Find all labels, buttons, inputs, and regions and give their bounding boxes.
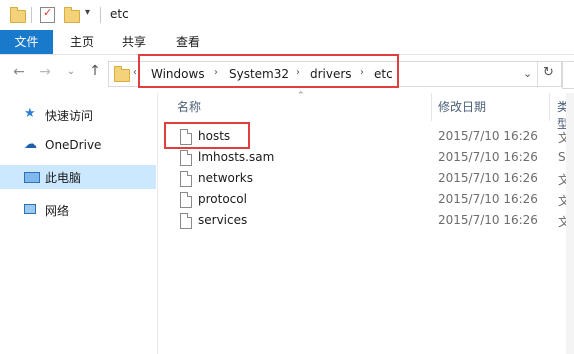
nav-label: OneDrive — [45, 138, 102, 152]
file-icon — [180, 192, 192, 208]
file-name: protocol — [198, 192, 247, 206]
breadcrumb-overflow-icon[interactable]: ‹ — [133, 67, 137, 78]
address-highlight-box — [138, 54, 399, 88]
tab-file[interactable]: 文件 — [0, 30, 53, 54]
file-row[interactable]: services 2015/7/10 16:26 文件 — [168, 210, 574, 231]
separator — [537, 62, 538, 86]
ribbon-tabs: 文件 主页 共享 查看 — [0, 30, 574, 55]
tab-home[interactable]: 主页 — [60, 30, 104, 54]
nav-item-quick-access[interactable]: ★ 快速访问 — [0, 103, 156, 127]
file-name: networks — [198, 171, 253, 185]
recent-locations-chevron-icon[interactable]: ⌄ — [66, 66, 76, 77]
file-date: 2015/7/10 16:26 — [438, 171, 538, 185]
search-box[interactable] — [562, 61, 574, 89]
nav-item-this-pc[interactable]: 此电脑 — [0, 165, 156, 189]
file-row[interactable]: lmhosts.sam 2015/7/10 16:26 SAM — [168, 147, 574, 168]
nav-item-onedrive[interactable]: ☁ OneDrive — [0, 134, 156, 158]
hosts-highlight-box — [164, 122, 250, 149]
tab-share[interactable]: 共享 — [112, 30, 156, 54]
back-arrow-icon[interactable]: ← — [12, 64, 26, 80]
column-header-modified[interactable]: 修改日期 — [438, 98, 486, 115]
separator — [100, 7, 101, 23]
file-row[interactable]: networks 2015/7/10 16:26 文件 — [168, 168, 574, 189]
column-header-name[interactable]: 名称 — [177, 98, 201, 115]
cloud-icon: ☁ — [24, 137, 37, 152]
file-date: 2015/7/10 16:26 — [438, 129, 538, 143]
file-icon — [180, 171, 192, 187]
nav-label: 此电脑 — [45, 171, 82, 185]
file-icon — [180, 213, 192, 229]
up-arrow-icon[interactable]: ↑ — [88, 63, 102, 79]
file-name: lmhosts.sam — [198, 150, 275, 164]
new-folder-icon[interactable] — [64, 7, 80, 23]
file-row[interactable]: protocol 2015/7/10 16:26 文件 — [168, 189, 574, 210]
sort-ascending-icon: ⌃ — [297, 91, 305, 101]
network-icon — [24, 204, 36, 214]
navigation-pane: ★ 快速访问 ☁ OneDrive 此电脑 网络 — [0, 93, 158, 354]
star-icon: ★ — [24, 106, 36, 121]
nav-label: 快速访问 — [45, 109, 94, 123]
customize-qat-icon[interactable]: ▾ — [85, 7, 90, 18]
address-dropdown-icon[interactable]: ⌄ — [523, 67, 532, 80]
file-date: 2015/7/10 16:26 — [438, 150, 538, 164]
properties-icon[interactable]: ✓ — [40, 6, 55, 23]
nav-label: 网络 — [45, 204, 70, 218]
computer-icon — [24, 172, 40, 183]
file-name: services — [198, 213, 248, 227]
title-bar: ✓ ▾ etc — [0, 0, 574, 30]
column-divider[interactable] — [431, 93, 432, 121]
separator — [31, 7, 32, 23]
file-icon — [180, 150, 192, 166]
file-date: 2015/7/10 16:26 — [438, 213, 538, 227]
file-date: 2015/7/10 16:26 — [438, 192, 538, 206]
folder-icon — [114, 66, 130, 82]
refresh-icon[interactable]: ↻ — [543, 65, 554, 80]
window-title: etc — [110, 7, 129, 21]
vertical-scrollbar[interactable] — [566, 93, 574, 354]
nav-item-network[interactable]: 网络 — [0, 198, 156, 222]
folder-icon — [10, 7, 26, 23]
forward-arrow-icon[interactable]: → — [38, 64, 52, 80]
column-divider[interactable] — [549, 93, 550, 121]
tab-view[interactable]: 查看 — [166, 30, 210, 54]
